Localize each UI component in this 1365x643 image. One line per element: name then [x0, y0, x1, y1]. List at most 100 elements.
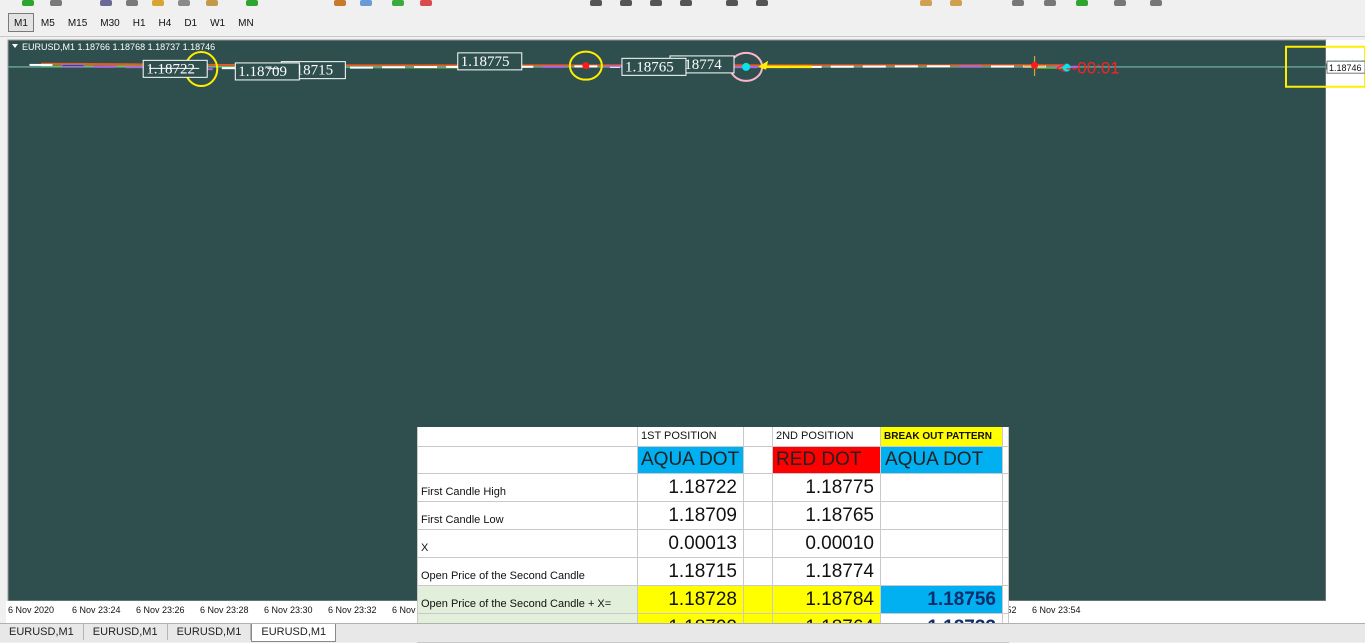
grid-icon[interactable]	[1012, 0, 1024, 6]
chart-tabs: EURUSD,M1EURUSD,M1EURUSD,M1EURUSD,M1	[0, 623, 1365, 642]
candle-body	[959, 66, 981, 67]
sell-icon[interactable]	[420, 0, 432, 6]
zoom-in-icon[interactable]	[920, 0, 932, 6]
chart-shift-icon[interactable]	[1044, 0, 1056, 6]
chart-tab[interactable]: EURUSD,M1	[168, 624, 252, 640]
chart-tab[interactable]: EURUSD,M1	[84, 624, 168, 640]
autotrading-icon[interactable]	[334, 0, 346, 6]
time-label: 6 Nov 23:26	[136, 605, 185, 615]
time-label: 6 Nov 2020	[8, 605, 54, 615]
table-grid-line	[772, 427, 773, 643]
timeframe-h4-button[interactable]: H4	[153, 13, 178, 32]
signal-red-dot: RED DOT	[772, 446, 880, 473]
table-value-2: 1.18775	[772, 474, 880, 502]
indicators-icon[interactable]	[1076, 0, 1088, 6]
fibo-tool-icon[interactable]	[756, 0, 768, 6]
table-row-label: X	[417, 530, 637, 558]
time-label: 6 Nov 23:30	[264, 605, 313, 615]
timeframe-m1-button[interactable]: M1	[8, 13, 34, 32]
timeframe-m5-button[interactable]: M5	[35, 13, 61, 32]
table-grid-line	[743, 427, 744, 643]
table-grid-line	[1002, 427, 1003, 643]
candle-body	[62, 64, 84, 66]
price-axis	[1326, 40, 1365, 601]
chart-tab[interactable]: EURUSD,M1	[0, 624, 84, 640]
zoom-out-icon[interactable]	[950, 0, 962, 6]
table-value-3	[881, 502, 1002, 530]
crosshair-icon[interactable]	[620, 0, 632, 6]
table-row-label: Open Price of the Second Candle	[417, 558, 637, 586]
timeframe-m30-button[interactable]: M30	[94, 13, 125, 32]
table-grid-line	[417, 446, 1009, 447]
table-grid-line	[417, 501, 1009, 502]
annotation-label: 1.18775	[461, 54, 510, 70]
timeframe-m15-button[interactable]: M15	[62, 13, 93, 32]
timeframe-h1-button[interactable]: H1	[127, 13, 152, 32]
aqua-dot-signal	[742, 63, 750, 71]
timeframe-w1-button[interactable]: W1	[204, 13, 231, 32]
candle	[543, 66, 565, 67]
time-label: 6 Nov 23:54	[1032, 605, 1081, 615]
candle-body	[927, 66, 949, 67]
table-header-breakout: BREAK OUT PATTERN	[881, 427, 1002, 446]
signal-aqua-dot-2: AQUA DOT	[881, 446, 1002, 473]
table-value-2: 1.18765	[772, 502, 880, 530]
toolbar-icon-strip	[0, 0, 1365, 8]
countdown-timer: <--00:01	[1056, 58, 1120, 77]
navigator-icon[interactable]	[126, 0, 138, 6]
timeframe-mn-button[interactable]: MN	[232, 13, 260, 32]
candle-body	[992, 66, 1014, 67]
table-value-3: 1.18756	[881, 586, 1002, 614]
cursor-icon[interactable]	[590, 0, 602, 6]
candle-body	[863, 66, 885, 67]
table-value-1: 1.18709	[637, 502, 743, 530]
zoom-icon[interactable]	[206, 0, 218, 6]
market-watch-icon[interactable]	[100, 0, 112, 6]
terminal-icon[interactable]	[152, 0, 164, 6]
candle-body	[383, 67, 405, 68]
candle-body	[415, 67, 437, 68]
bid-price-label: 1.18746	[1329, 63, 1362, 73]
time-label: 6 Nov	[392, 605, 416, 615]
table-header-2nd-position: 2ND POSITION	[772, 427, 880, 446]
chart-tab[interactable]: EURUSD,M1	[251, 624, 336, 642]
table-grid-line	[417, 613, 1009, 614]
table-grid-line	[417, 557, 1009, 558]
tester-icon[interactable]	[178, 0, 190, 6]
buy-icon[interactable]	[392, 0, 404, 6]
table-grid-line	[880, 427, 881, 643]
text-tool-icon[interactable]	[680, 0, 692, 6]
candle-body	[30, 64, 52, 65]
table-row-label: First Candle High	[417, 474, 637, 502]
candle	[927, 66, 949, 67]
candle-body	[351, 67, 373, 68]
annotation-label: 1.18765	[625, 59, 674, 75]
candle	[415, 66, 437, 67]
candle	[94, 66, 116, 67]
timeframe-d1-button[interactable]: D1	[178, 13, 203, 32]
candle-body	[895, 66, 917, 67]
arrow-tool-icon[interactable]	[726, 0, 738, 6]
time-label: 6 Nov 23:32	[328, 605, 377, 615]
table-grid-line	[637, 427, 638, 643]
new-chart-icon[interactable]	[22, 0, 34, 6]
table-header-1st-position: 1ST POSITION	[637, 427, 743, 446]
table-value-1: 1.18722	[637, 474, 743, 502]
table-value-1: 1.18728	[637, 586, 743, 614]
candle	[863, 66, 885, 67]
templates-icon[interactable]	[1150, 0, 1162, 6]
red-dot-signal	[582, 62, 589, 69]
chart-header: EURUSD,M1 1.18766 1.18768 1.18737 1.1874…	[22, 42, 215, 52]
candle-body	[94, 66, 116, 67]
profiles-icon[interactable]	[50, 0, 62, 6]
line-tool-icon[interactable]	[650, 0, 662, 6]
add-icon[interactable]	[246, 0, 258, 6]
table-row-label: First Candle Low	[417, 502, 637, 530]
table-grid-line	[417, 529, 1009, 530]
table-grid-line	[1008, 427, 1009, 643]
chart-window[interactable]: 1.188151.188051.187951.187851.187751.187…	[6, 38, 1365, 623]
time-label: 6 Nov 23:24	[72, 605, 121, 615]
periods-icon[interactable]	[1114, 0, 1126, 6]
table-value-3	[881, 558, 1002, 586]
new-order-icon[interactable]	[360, 0, 372, 6]
